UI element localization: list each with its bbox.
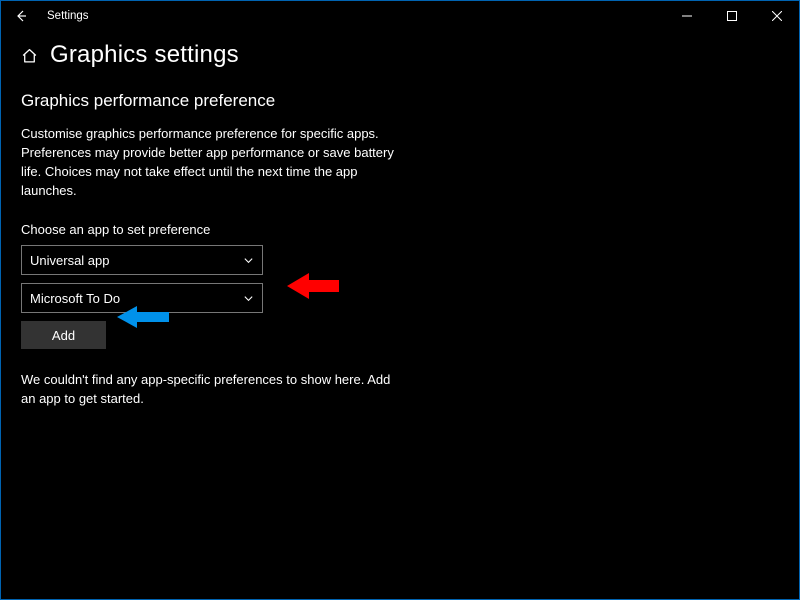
back-button[interactable]	[7, 2, 35, 30]
minimize-button[interactable]	[664, 1, 709, 31]
chooser-label: Choose an app to set preference	[21, 222, 779, 237]
chevron-down-icon	[243, 293, 254, 304]
add-button-label: Add	[52, 328, 75, 343]
add-button[interactable]: Add	[21, 321, 106, 349]
home-icon[interactable]	[21, 47, 38, 64]
close-icon	[772, 11, 782, 21]
section-title: Graphics performance preference	[21, 91, 779, 111]
chevron-down-icon	[243, 255, 254, 266]
app-type-dropdown[interactable]: Universal app	[21, 245, 263, 275]
heading-row: Graphics settings	[21, 41, 779, 69]
window-title: Settings	[47, 10, 89, 22]
app-type-value: Universal app	[30, 253, 110, 268]
section-description: Customise graphics performance preferenc…	[21, 125, 401, 200]
titlebar: Settings	[1, 1, 799, 31]
empty-state-message: We couldn't find any app-specific prefer…	[21, 371, 401, 409]
back-arrow-icon	[14, 9, 28, 23]
close-button[interactable]	[754, 1, 799, 31]
content: Graphics settings Graphics performance p…	[1, 31, 799, 409]
app-select-value: Microsoft To Do	[30, 291, 120, 306]
app-select-dropdown[interactable]: Microsoft To Do	[21, 283, 263, 313]
minimize-icon	[682, 11, 692, 21]
maximize-icon	[727, 11, 737, 21]
page-title: Graphics settings	[50, 41, 239, 69]
maximize-button[interactable]	[709, 1, 754, 31]
window-controls	[664, 1, 799, 31]
